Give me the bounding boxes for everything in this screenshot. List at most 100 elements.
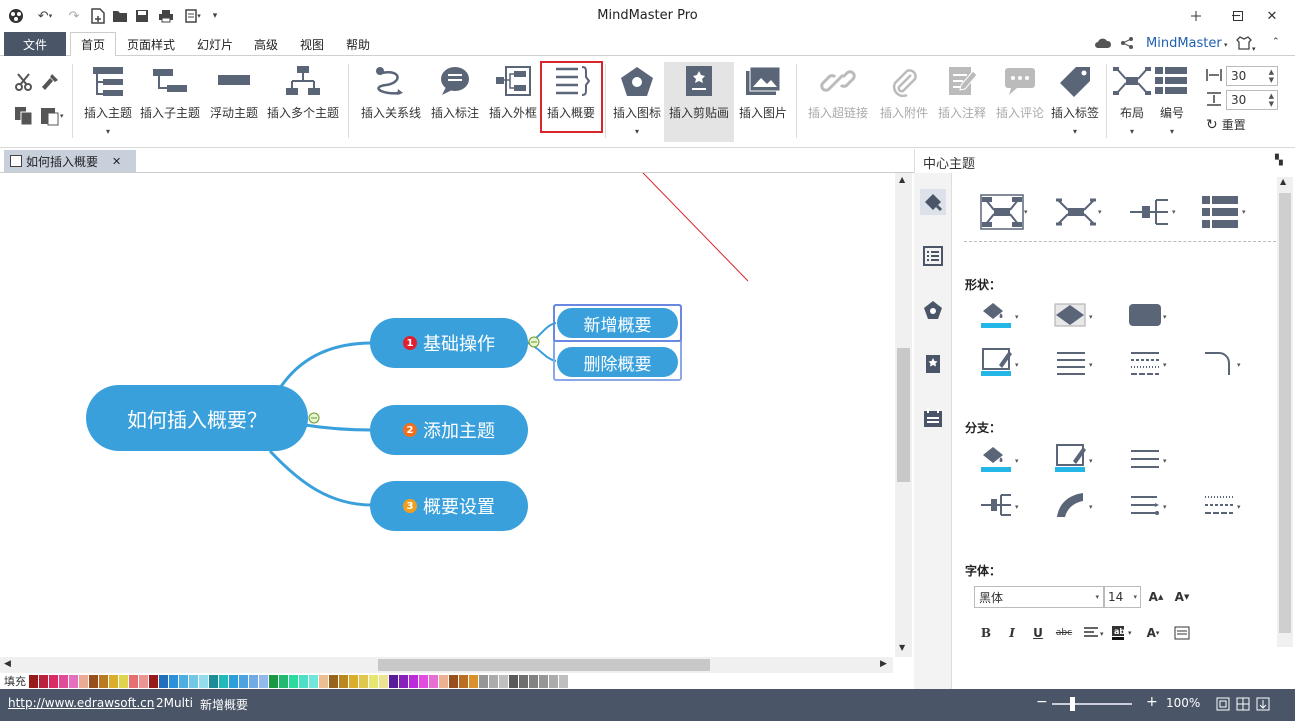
topic-basic-operations[interactable]: 1 基础操作 [370, 318, 528, 368]
color-swatch[interactable] [289, 674, 298, 688]
color-swatch[interactable] [249, 674, 258, 688]
branch-weight-icon[interactable]: ▾ [1126, 442, 1172, 476]
color-swatch[interactable] [139, 674, 148, 688]
layout-tree-icon[interactable]: ▾ [1128, 194, 1178, 233]
color-swatch[interactable] [169, 674, 178, 688]
border-dash-icon[interactable]: ▾ [1126, 346, 1172, 380]
layout-button[interactable]: 布局 ▾ [1110, 62, 1154, 142]
color-swatch[interactable] [129, 674, 138, 688]
color-swatch[interactable] [409, 674, 418, 688]
branch-curve-icon[interactable]: ▾ [1052, 488, 1098, 522]
color-swatch[interactable] [89, 674, 98, 688]
underline-icon[interactable]: U [1028, 624, 1048, 642]
italic-icon[interactable]: I [1002, 624, 1022, 642]
icon-library-icon[interactable] [920, 297, 946, 323]
floating-topic-button[interactable]: 浮动主题 [206, 62, 262, 142]
scroll-left-icon[interactable]: ◀ [4, 659, 11, 669]
color-swatch[interactable] [469, 674, 478, 688]
color-swatch[interactable] [159, 674, 168, 688]
color-swatch[interactable] [549, 674, 558, 688]
color-swatch[interactable] [399, 674, 408, 688]
color-swatch[interactable] [189, 674, 198, 688]
branch-fill-icon[interactable]: ▾ [978, 442, 1024, 476]
ribbon-collapse-icon[interactable]: ⌃ [1272, 37, 1280, 47]
insert-relationship-button[interactable]: 插入关系线 [358, 62, 424, 142]
layout-map-icon[interactable]: ▾ [980, 194, 1030, 233]
color-swatch[interactable] [359, 674, 368, 688]
color-swatch[interactable] [439, 674, 448, 688]
vertical-spacing-input[interactable]: 30 ▲ ▼ [1226, 90, 1278, 110]
tab-view[interactable]: 视图 [292, 32, 332, 56]
color-swatch[interactable] [489, 674, 498, 688]
numbering-dropdown-icon[interactable]: ▾ [1170, 127, 1174, 136]
horizontal-scroll-thumb[interactable] [378, 659, 710, 671]
insert-topic-button[interactable]: 插入主题 ▾ [80, 62, 136, 142]
horizontal-scrollbar[interactable]: ◀ ▶ [0, 657, 893, 673]
task-calendar-icon[interactable] [920, 405, 946, 431]
website-link[interactable]: http://www.edrawsoft.cn [8, 696, 154, 710]
insert-boundary-button[interactable]: 插入外框 [486, 62, 540, 142]
panel-scrollbar[interactable]: ▲ [1277, 177, 1293, 647]
branch-arrow-icon[interactable]: ▾ [1126, 488, 1172, 522]
fill-color-icon[interactable]: ▾ [978, 298, 1024, 332]
color-swatch[interactable] [379, 674, 388, 688]
insert-icon-dropdown-icon[interactable]: ▾ [635, 127, 639, 136]
insert-tag-button[interactable]: 插入标签 ▾ [1048, 62, 1102, 142]
decrease-font-icon[interactable]: A ▼ [1172, 588, 1192, 606]
skin-icon[interactable]: ▾ [1236, 35, 1256, 54]
zoom-slider[interactable] [1052, 703, 1132, 705]
strikethrough-icon[interactable]: abc [1054, 624, 1074, 642]
color-swatch[interactable] [39, 674, 48, 688]
color-swatch[interactable] [349, 674, 358, 688]
insert-hyperlink-button[interactable]: 插入超链接 [804, 62, 872, 142]
increase-font-icon[interactable]: A ▲ [1146, 588, 1166, 606]
zoom-in-icon[interactable]: + [1146, 694, 1158, 710]
tab-slideshow[interactable]: 幻灯片 [190, 32, 240, 56]
color-swatch[interactable] [99, 674, 108, 688]
tab-advanced[interactable]: 高级 [246, 32, 286, 56]
color-swatch[interactable] [389, 674, 398, 688]
color-swatch[interactable] [539, 674, 548, 688]
clipart-library-icon[interactable] [920, 351, 946, 377]
topic-add-topic[interactable]: 2 添加主题 [370, 405, 528, 455]
color-swatch[interactable] [109, 674, 118, 688]
help-icon[interactable] [1176, 4, 1216, 28]
insert-icon-button[interactable]: 插入图标 ▾ [610, 62, 664, 142]
border-weight-icon[interactable]: ▾ [1052, 346, 1098, 380]
color-swatches[interactable] [29, 674, 569, 688]
color-swatch[interactable] [69, 674, 78, 688]
shape-rounded-rect-icon[interactable]: ▾ [1126, 298, 1172, 332]
color-swatch[interactable] [29, 674, 38, 688]
layout-radial-icon[interactable]: ▾ [1054, 194, 1104, 233]
color-swatch[interactable] [59, 674, 68, 688]
tab-help[interactable]: 帮助 [338, 32, 378, 56]
cut-icon[interactable] [14, 72, 34, 95]
color-swatch[interactable] [459, 674, 468, 688]
mindmap-canvas[interactable]: 如何插入概要？ 1 基础操作 2 添加主题 3 概要设置 新增概要 删除概要 [0, 173, 893, 657]
panel-scroll-thumb[interactable] [1279, 193, 1291, 633]
paste-icon[interactable]: ▾ [40, 106, 68, 129]
color-swatch[interactable] [529, 674, 538, 688]
color-swatch[interactable] [449, 674, 458, 688]
bold-icon[interactable]: B [976, 624, 996, 642]
insert-image-button[interactable]: 插入图片 [736, 62, 790, 142]
tab-home[interactable]: 首页 [70, 32, 116, 57]
fullscreen-icon[interactable] [1256, 697, 1270, 714]
color-swatch[interactable] [329, 674, 338, 688]
close-window-icon[interactable]: ✕ [1252, 4, 1292, 28]
reset-button[interactable]: ↻ 重置 [1206, 116, 1246, 133]
color-swatch[interactable] [309, 674, 318, 688]
vertical-scroll-thumb[interactable] [897, 348, 910, 482]
color-swatch[interactable] [259, 674, 268, 688]
color-swatch[interactable] [79, 674, 88, 688]
insert-topic-dropdown-icon[interactable]: ▾ [106, 127, 110, 136]
panel-scroll-up-icon[interactable]: ▲ [1280, 177, 1286, 186]
scroll-right-icon[interactable]: ▶ [880, 659, 887, 669]
style-paint-icon[interactable] [920, 189, 946, 215]
root-topic[interactable]: 如何插入概要？ [86, 385, 308, 451]
border-color-icon[interactable]: ▾ [978, 346, 1024, 380]
insert-tag-dropdown-icon[interactable]: ▾ [1073, 127, 1077, 136]
scroll-down-icon[interactable]: ▼ [899, 643, 905, 652]
color-swatch[interactable] [269, 674, 278, 688]
color-swatch[interactable] [319, 674, 328, 688]
